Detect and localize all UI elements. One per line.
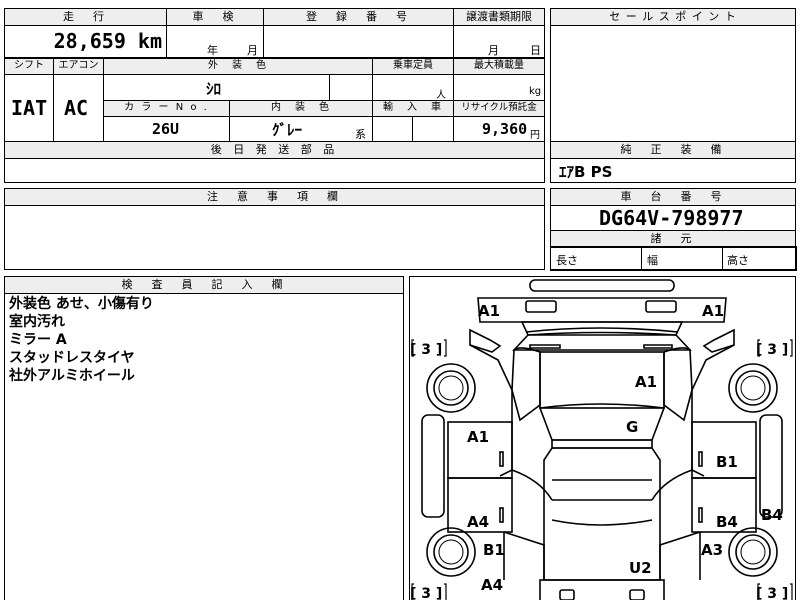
later-parts-box: 後 日 発 送 部 品 <box>4 141 545 183</box>
mileage-value: 28,659 km <box>53 29 162 53</box>
dim-length-label: 長さ <box>556 254 578 267</box>
sales-point-label: セ ー ル ス ポ イ ン ト <box>551 9 795 26</box>
transfer-month: 月 <box>488 44 499 57</box>
notice-box: 注 意 事 項 欄 <box>4 188 545 270</box>
genuine-equipment-label: 純 正 装 備 <box>551 142 795 159</box>
damage-left-bottom: A4 <box>481 576 503 594</box>
damage-right-rear-door: B4 <box>716 513 738 531</box>
car-diagram-box: [ 3 ] [ 3 ] [ 3 ] [ 3 ] A1 A1 A1 G A1 A4… <box>409 276 796 600</box>
genuine-equipment-box: 純 正 装 備 ｴｱB PS <box>550 141 796 183</box>
chassis-value: DG64V-798977 <box>599 206 744 230</box>
damage-right-rear-fender: A3 <box>701 541 723 559</box>
registration-label: 登 録 番 号 <box>264 9 453 26</box>
damage-glass: G <box>626 418 638 436</box>
recycle-value: 9,360 <box>482 120 528 138</box>
recycle-unit: 円 <box>530 130 540 141</box>
dim-height-label: 高さ <box>727 254 749 267</box>
damage-left-front-door: A1 <box>467 428 489 446</box>
import-label: 輸 入 車 <box>372 100 454 117</box>
damage-lamp-right: A1 <box>702 302 724 320</box>
transfer-box: 譲渡書類期限 月 日 <box>453 8 545 58</box>
shift-label: シフト <box>4 58 54 75</box>
tire-br-label: [ 3 ] <box>756 586 788 600</box>
inspector-label: 検 査 員 記 入 欄 <box>5 277 403 294</box>
damage-rear-panel: U2 <box>629 559 652 577</box>
inspector-note: スタッドレスタイヤ <box>9 350 135 366</box>
tire-tl-label: [ 3 ] <box>410 342 442 358</box>
tire-bl-label: [ 3 ] <box>410 586 442 600</box>
exterior-color-value: ｼﾛ <box>206 80 222 98</box>
damage-roof: A1 <box>635 373 657 391</box>
damage-left-rear-fender: B1 <box>483 541 505 559</box>
registration-box: 登 録 番 号 <box>263 8 454 58</box>
inspector-note: ミラー A <box>9 332 67 348</box>
damage-right-front-door: B1 <box>716 453 738 471</box>
inspector-note: 外装色 あせ、小傷有り <box>9 296 154 312</box>
capacity-label: 乗車定員 <box>372 58 454 75</box>
inspector-note: 室内汚れ <box>9 314 65 330</box>
tire-tr-label: [ 3 ] <box>756 342 788 358</box>
mileage-label: 走 行 <box>5 9 166 26</box>
exterior-color-extra-cell <box>329 74 373 101</box>
damage-right-side: B4 <box>761 506 783 524</box>
load-unit: kg <box>529 86 542 97</box>
color-no-value: 26U <box>152 120 180 138</box>
inspector-note: 社外アルミホイール <box>9 368 135 384</box>
dim-width-label: 幅 <box>647 254 658 267</box>
inspection-year: 年 <box>207 44 218 57</box>
inspection-box: 車 検 年 月 <box>166 8 264 58</box>
interior-color-label: 内 装 色 <box>229 100 373 117</box>
damage-left-rear-door: A4 <box>467 513 489 531</box>
import-cell-2 <box>412 116 454 142</box>
notice-label: 注 意 事 項 欄 <box>5 189 544 206</box>
interior-color-value: ｸﾞﾚｰ <box>272 121 303 139</box>
damage-lamp-left: A1 <box>478 302 500 320</box>
inspector-box: 検 査 員 記 入 欄 外装色 あせ、小傷有り 室内汚れ ミラー A スタッドレ… <box>4 276 404 600</box>
inspection-month: 月 <box>247 44 258 57</box>
color-no-label: カ ラ ー N o . <box>103 100 230 117</box>
shift-value: IAT <box>11 96 48 120</box>
sales-point-box: セ ー ル ス ポ イ ン ト <box>550 8 796 142</box>
import-cell-1 <box>372 116 413 142</box>
mileage-box: 走 行 28,659 km <box>4 8 167 58</box>
transfer-day: 日 <box>530 44 541 57</box>
interior-suffix: 系 <box>355 128 366 141</box>
genuine-equipment-value: ｴｱB PS <box>559 163 613 181</box>
max-load-label: 最大積載量 <box>453 58 545 75</box>
later-parts-label: 後 日 発 送 部 品 <box>5 142 544 159</box>
aircon-label: エアコン <box>53 58 104 75</box>
chassis-label: 車 台 番 号 <box>551 189 795 206</box>
recycle-label: リサイクル預託金 <box>453 100 545 117</box>
aircon-value: AC <box>64 96 89 120</box>
exterior-color-label: 外 装 色 <box>103 58 373 75</box>
transfer-label: 譲渡書類期限 <box>454 9 544 26</box>
chassis-box: 車 台 番 号 DG64V-798977 諸 元 長さ 幅 高さ <box>550 188 797 271</box>
car-diagram: [ 3 ] [ 3 ] [ 3 ] [ 3 ] A1 A1 A1 G A1 A4… <box>410 279 793 600</box>
capacity-unit: 人 <box>436 90 446 101</box>
inspection-label: 車 検 <box>167 9 263 26</box>
